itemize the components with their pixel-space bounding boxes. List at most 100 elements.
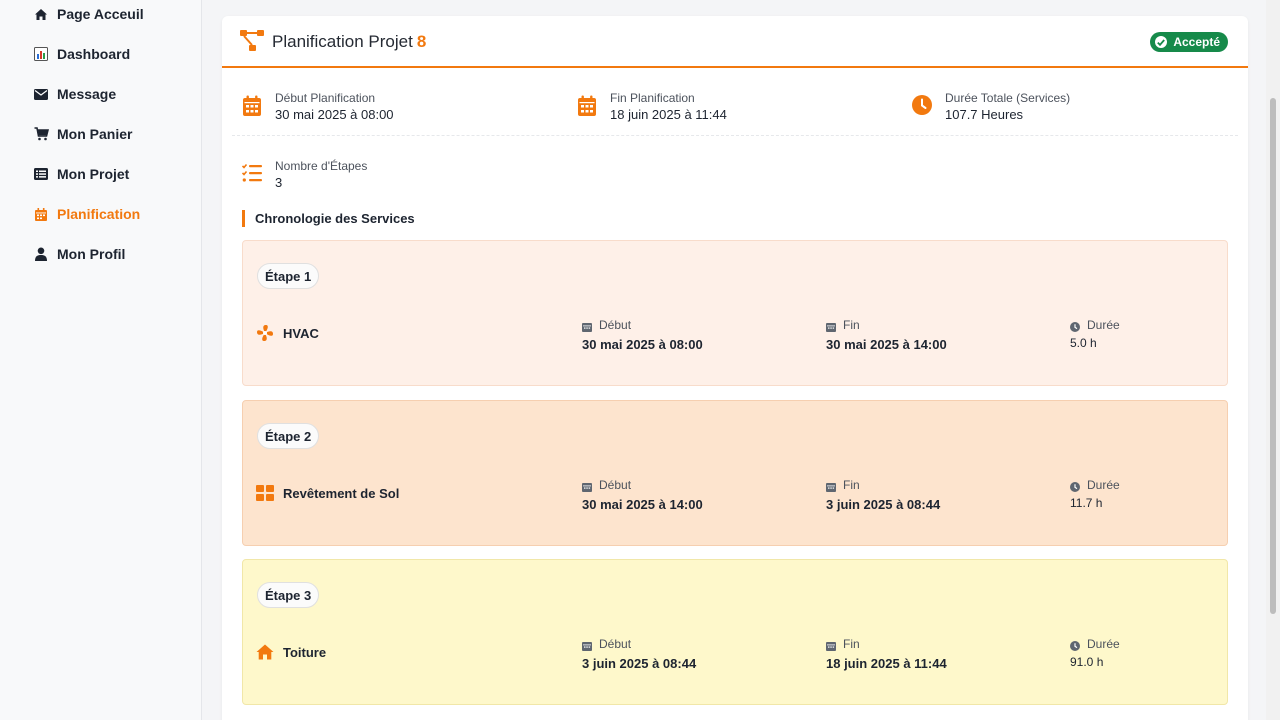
tiles-icon: [256, 484, 274, 502]
timeline-step: Étape 1 HVAC Début 30 mai 2025 à 08:00 F…: [242, 240, 1228, 386]
step-duration: Durée 11.7 h: [1070, 477, 1120, 512]
sidebar-item-home[interactable]: Page Acceuil: [33, 2, 144, 26]
start-label: Début: [599, 318, 632, 332]
total-duration-label: Durée Totale (Services): [945, 91, 1071, 105]
calendar-icon: [826, 480, 836, 492]
status-text: Accepté: [1173, 35, 1220, 49]
timeline-step: Étape 3 Toiture Début 3 juin 2025 à 08:4…: [242, 559, 1228, 705]
end-date: 18 juin 2025 à 11:44: [826, 656, 947, 671]
clock-icon: [1070, 639, 1080, 651]
service-name-text: Toiture: [283, 644, 327, 660]
service-name: Revêtement de Sol: [256, 484, 399, 502]
page-title: Planification Projet 8: [272, 32, 426, 52]
service-name-text: HVAC: [283, 325, 319, 341]
calendar-icon: [582, 480, 592, 492]
end-label: Fin: [843, 318, 860, 332]
step-badge: Étape 1: [257, 263, 320, 289]
project-number: 8: [416, 32, 427, 51]
step-start: Début 30 mai 2025 à 14:00: [582, 477, 703, 515]
steps-count-label: Nombre d'Étapes: [275, 159, 368, 173]
calendar-icon: [826, 639, 836, 651]
sidebar-item-label: Mon Projet: [57, 166, 130, 182]
sidebar-item-dashboard[interactable]: Dashboard: [33, 42, 130, 66]
project-diagram-icon: [240, 30, 266, 54]
duration-value: 5.0 h: [1070, 336, 1097, 350]
calendar-icon: [582, 639, 592, 651]
start-label: Début: [599, 637, 632, 651]
envelope-icon: [33, 86, 49, 102]
sidebar-item-label: Message: [57, 86, 117, 102]
end-planning-label: Fin Planification: [610, 91, 695, 105]
step-start: Début 3 juin 2025 à 08:44: [582, 636, 696, 674]
start-label: Début: [599, 478, 632, 492]
sidebar-item-cart[interactable]: Mon Panier: [33, 122, 132, 146]
duration-label: Durée: [1087, 318, 1120, 332]
step-badge: Étape 2: [257, 423, 320, 449]
check-circle-icon: [1155, 36, 1168, 48]
status-badge: Accepté: [1150, 32, 1228, 52]
sidebar: Page Acceuil Dashboard Message Mon Panie…: [0, 0, 202, 720]
step-duration: Durée 5.0 h: [1070, 317, 1120, 352]
duration-label: Durée: [1087, 637, 1120, 651]
total-duration-info: Durée Totale (Services) 107.7 Heures: [912, 90, 1070, 124]
clock-icon: [912, 95, 932, 117]
planning-card: Planification Projet 8 Accepté Début Plan…: [222, 16, 1248, 720]
sidebar-item-label: Dashboard: [57, 46, 131, 62]
end-planning-value: 18 juin 2025 à 11:44: [610, 107, 727, 122]
page-title-text: Planification Projet: [272, 32, 413, 51]
sidebar-item-label: Page Acceuil: [57, 6, 144, 22]
calendar-icon: [826, 320, 836, 332]
divider: [232, 135, 1238, 136]
sidebar-item-label: Mon Panier: [57, 126, 133, 142]
start-planning-value: 30 mai 2025 à 08:00: [275, 107, 394, 122]
sidebar-item-label: Mon Profil: [57, 246, 126, 262]
end-date: 3 juin 2025 à 08:44: [826, 497, 941, 512]
step-start: Début 30 mai 2025 à 08:00: [582, 317, 703, 355]
card-header: Planification Projet 8 Accepté: [222, 16, 1248, 68]
end-label: Fin: [843, 637, 860, 651]
scrollbar-thumb[interactable]: [1270, 98, 1276, 614]
list-icon: [33, 166, 49, 182]
start-date: 30 mai 2025 à 14:00: [582, 497, 703, 512]
duration-value: 91.0 h: [1070, 655, 1104, 669]
steps-count-value: 3: [275, 175, 283, 190]
service-name: HVAC: [256, 324, 319, 342]
main-area: Planification Projet 8 Accepté Début Plan…: [202, 0, 1266, 720]
cart-icon: [33, 126, 49, 142]
step-end: Fin 18 juin 2025 à 11:44: [826, 636, 947, 674]
sidebar-item-project[interactable]: Mon Projet: [33, 162, 129, 186]
step-duration: Durée 91.0 h: [1070, 636, 1120, 671]
sidebar-item-message[interactable]: Message: [33, 82, 116, 106]
house-icon: [256, 643, 274, 661]
end-date: 30 mai 2025 à 14:00: [826, 337, 947, 352]
timeline-step: Étape 2 Revêtement de Sol Début 30 mai 2…: [242, 400, 1228, 546]
chart-icon: [33, 46, 49, 62]
vertical-scrollbar[interactable]: [1266, 0, 1280, 720]
home-icon: [33, 6, 49, 22]
sidebar-item-profile[interactable]: Mon Profil: [33, 242, 125, 266]
user-icon: [33, 246, 49, 262]
sidebar-item-label: Planification: [57, 206, 141, 222]
start-date: 3 juin 2025 à 08:44: [582, 656, 697, 671]
calendar-icon: [582, 320, 592, 332]
step-badge: Étape 3: [257, 582, 320, 608]
steps-count-info: Nombre d'Étapes 3: [241, 158, 368, 192]
calendar-icon: [33, 206, 49, 222]
clock-icon: [1070, 480, 1080, 492]
start-planning-info: Début Planification 30 mai 2025 à 08:00: [242, 90, 394, 124]
calendar-icon: [242, 95, 262, 117]
checklist-icon: [241, 163, 262, 185]
total-duration-value: 107.7 Heures: [945, 107, 1024, 122]
service-name-text: Revêtement de Sol: [283, 485, 400, 501]
timeline-title: Chronologie des Services: [242, 210, 415, 227]
fan-icon: [256, 324, 274, 342]
duration-label: Durée: [1087, 478, 1120, 492]
step-end: Fin 30 mai 2025 à 14:00: [826, 317, 947, 355]
calendar-icon: [577, 95, 597, 117]
end-planning-info: Fin Planification 18 juin 2025 à 11:44: [577, 90, 727, 124]
start-planning-label: Début Planification: [275, 91, 376, 105]
start-date: 30 mai 2025 à 08:00: [582, 337, 703, 352]
duration-value: 11.7 h: [1070, 496, 1103, 510]
sidebar-item-planification[interactable]: Planification: [33, 202, 140, 226]
end-label: Fin: [843, 478, 860, 492]
